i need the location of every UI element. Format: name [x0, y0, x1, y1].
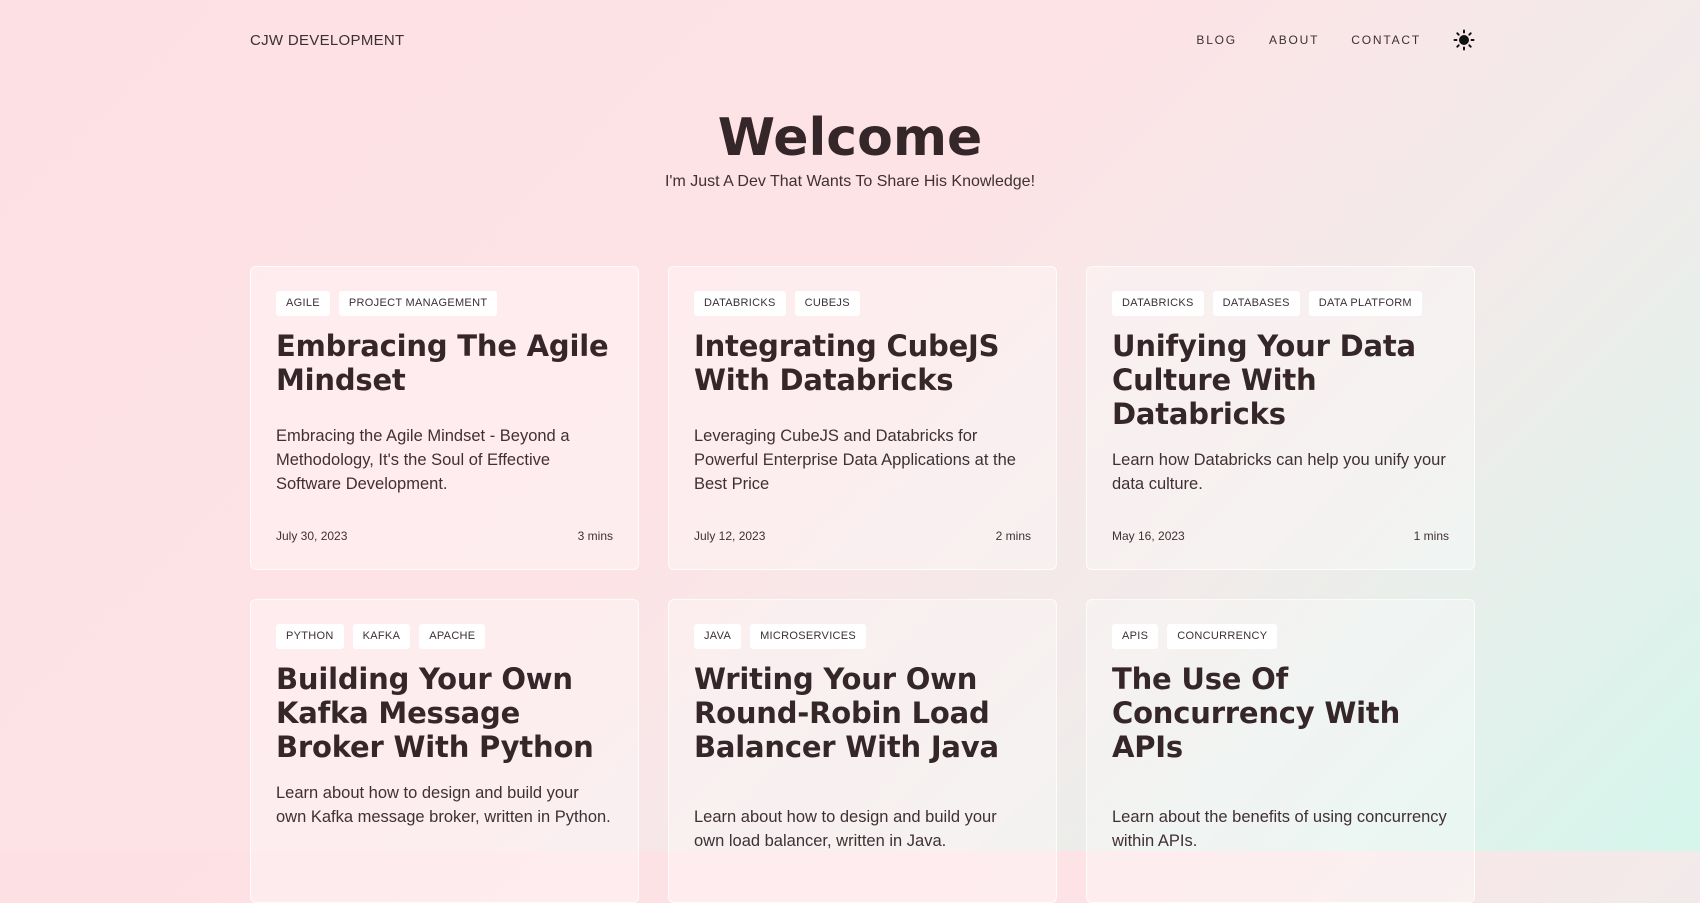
hero-section: Welcome I'm Just A Dev That Wants To Sha…: [0, 108, 1700, 191]
post-description: Learn how Databricks can help you unify …: [1112, 451, 1446, 493]
tag-kafka[interactable]: KAFKA: [352, 624, 411, 649]
hero-subtitle: I'm Just A Dev That Wants To Share His K…: [664, 173, 1036, 191]
post-description: Learn about how to design and build your…: [694, 808, 997, 850]
post-date: July 12, 2023: [694, 529, 766, 543]
post-tags: PYTHON KAFKA APACHE: [276, 624, 613, 649]
tag-databases[interactable]: DATABASES: [1212, 291, 1300, 316]
tag-python[interactable]: PYTHON: [276, 624, 344, 649]
main-nav: BLOG ABOUT CONTACT: [1196, 29, 1475, 51]
post-meta: July 12, 2023 2 mins: [694, 529, 1031, 543]
post-tags: JAVA MICROSERVICES: [694, 624, 1031, 649]
post-tags: APIS CONCURRENCY: [1112, 624, 1449, 649]
tag-apache[interactable]: APACHE: [419, 624, 486, 649]
post-title[interactable]: Building Your Own Kafka Message Broker W…: [276, 662, 613, 764]
post-card[interactable]: DATABRICKS CUBEJS Integrating CubeJS Wit…: [668, 266, 1057, 570]
tag-databricks[interactable]: DATABRICKS: [1112, 291, 1204, 316]
post-title[interactable]: Integrating CubeJS With Databricks: [694, 329, 1031, 431]
post-description: Learn about the benefits of using concur…: [1112, 808, 1447, 850]
tag-data-platform[interactable]: DATA PLATFORM: [1308, 291, 1422, 316]
post-grid: AGILE PROJECT MANAGEMENT Embracing The A…: [250, 266, 1475, 903]
tag-databricks[interactable]: DATABRICKS: [694, 291, 786, 316]
tag-apis[interactable]: APIS: [1112, 624, 1159, 649]
post-title[interactable]: The Use Of Concurrency With APIs: [1112, 662, 1449, 764]
post-date: May 16, 2023: [1112, 529, 1185, 543]
post-description: Learn about how to design and build your…: [276, 784, 611, 826]
post-card[interactable]: DATABRICKS DATABASES DATA PLATFORM Unify…: [1086, 266, 1475, 570]
tag-microservices[interactable]: MICROSERVICES: [750, 624, 867, 649]
post-tags: DATABRICKS CUBEJS: [694, 291, 1031, 316]
tag-agile[interactable]: AGILE: [276, 291, 330, 316]
post-tags: DATABRICKS DATABASES DATA PLATFORM: [1112, 291, 1449, 316]
post-description: Embracing the Agile Mindset - Beyond a M…: [276, 427, 570, 493]
post-read-time: 2 mins: [995, 529, 1031, 543]
post-meta: May 16, 2023 1 mins: [1112, 529, 1449, 543]
hero-title: Welcome: [717, 108, 983, 168]
nav-contact[interactable]: CONTACT: [1351, 33, 1421, 47]
post-read-time: 1 mins: [1413, 529, 1449, 543]
tag-concurrency[interactable]: CONCURRENCY: [1167, 624, 1278, 649]
post-meta: July 30, 2023 3 mins: [276, 529, 613, 543]
post-card[interactable]: PYTHON KAFKA APACHE Building Your Own Ka…: [250, 599, 639, 903]
post-title[interactable]: Unifying Your Data Culture With Databric…: [1112, 329, 1449, 431]
tag-project-management[interactable]: PROJECT MANAGEMENT: [338, 291, 498, 316]
nav-about[interactable]: ABOUT: [1269, 33, 1319, 47]
post-tags: AGILE PROJECT MANAGEMENT: [276, 291, 613, 316]
post-read-time: 3 mins: [577, 529, 613, 543]
post-card[interactable]: APIS CONCURRENCY The Use Of Concurrency …: [1086, 599, 1475, 903]
post-card[interactable]: AGILE PROJECT MANAGEMENT Embracing The A…: [250, 266, 639, 570]
sun-icon: [1453, 29, 1475, 51]
post-title[interactable]: Embracing The Agile Mindset: [276, 329, 613, 431]
tag-java[interactable]: JAVA: [694, 624, 742, 649]
site-brand[interactable]: CJW DEVELOPMENT: [250, 32, 405, 49]
site-header: CJW DEVELOPMENT BLOG ABOUT CONTACT: [250, 28, 1475, 52]
post-card[interactable]: JAVA MICROSERVICES Writing Your Own Roun…: [668, 599, 1057, 903]
tag-cubejs[interactable]: CUBEJS: [794, 291, 860, 316]
post-title[interactable]: Writing Your Own Round-Robin Load Balanc…: [694, 662, 1031, 764]
nav-blog[interactable]: BLOG: [1196, 33, 1237, 47]
theme-toggle-button[interactable]: [1453, 29, 1475, 51]
post-description: Leveraging CubeJS and Databricks for Pow…: [694, 427, 1016, 493]
post-date: July 30, 2023: [276, 529, 348, 543]
